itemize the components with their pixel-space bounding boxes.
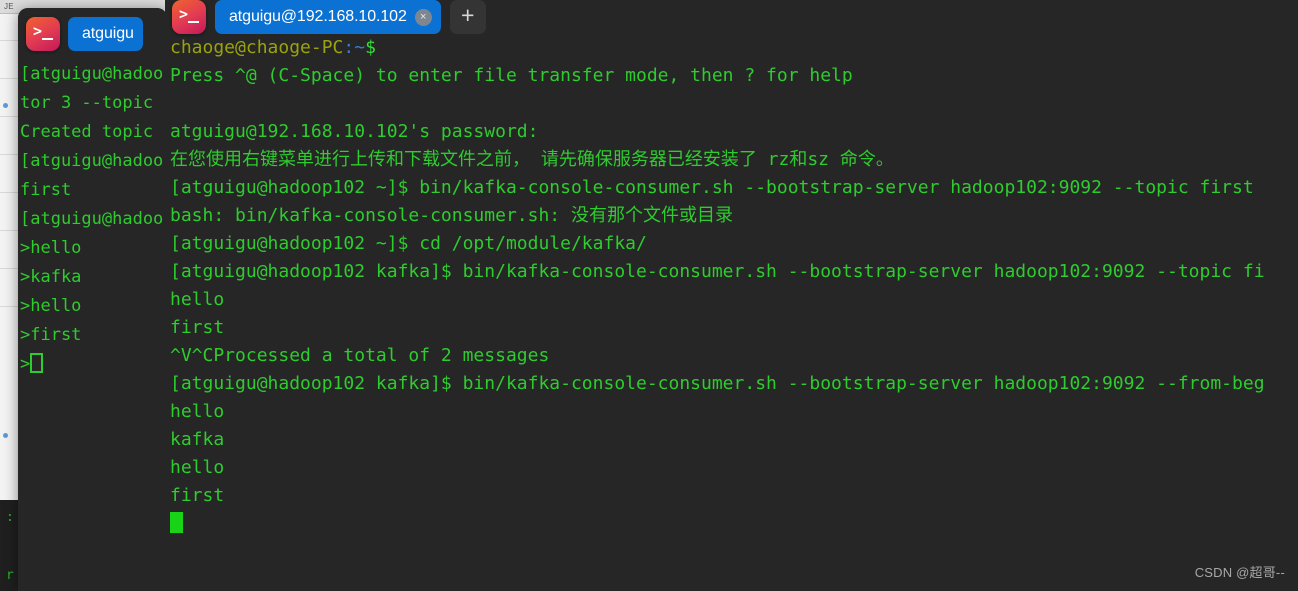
terminal-line: [atguigu@hadoop102 kafka]$ bin/kafka-con…: [170, 261, 1265, 282]
terminal-line: [atguigu@hadoo: [20, 209, 164, 229]
prompt-path: :~: [343, 37, 366, 58]
close-icon[interactable]: ×: [414, 8, 432, 26]
terminal-line: first: [170, 317, 225, 338]
terminal-line: >hello: [20, 238, 82, 258]
terminal-line: [atguigu@hadoop102 ~]$ cd /opt/module/ka…: [170, 233, 647, 254]
terminal-line: [atguigu@hadoo: [20, 151, 164, 171]
right-terminal-tab-title: atguigu@192.168.10.102: [229, 8, 407, 25]
terminal-line: first: [20, 180, 72, 200]
csdn-watermark: CSDN @超哥--: [1194, 565, 1285, 580]
screenshot-stage: JE : r atguigu [atguigu@hadoo tor 3 --to…: [0, 0, 1298, 591]
terminal-prompt-sigil: >: [20, 354, 31, 374]
prompt-user-host: chaoge@chaoge-PC: [170, 37, 344, 58]
terminal-line: Created topic: [20, 122, 164, 142]
new-tab-button[interactable]: +: [449, 0, 486, 34]
terminal-line: [atguigu@hadoop102 kafka]$ bin/kafka-con…: [170, 373, 1265, 394]
terminal-cursor-line: [165, 510, 1298, 538]
terminal-line: bash: bin/kafka-console-consumer.sh: 没有那…: [170, 205, 733, 226]
left-terminal-window[interactable]: atguigu [atguigu@hadoo tor 3 --topic Cre…: [18, 8, 167, 591]
terminal-line: [atguigu@hadoop102 ~]$ bin/kafka-console…: [170, 177, 1254, 198]
background-terminal-line: r: [6, 568, 14, 583]
terminal-line: ^V^CProcessed a total of 2 messages: [170, 345, 550, 366]
terminal-line: >first: [20, 325, 82, 345]
prompt-sigil: $: [365, 37, 376, 58]
right-terminal-screen: chaoge@chaoge-PC:~$ Press ^@ (C-Space) t…: [165, 34, 1298, 538]
terminal-line: Press ^@ (C-Space) to enter file transfe…: [170, 65, 853, 86]
terminal-app-icon: [26, 17, 60, 51]
background-window-marker: [3, 103, 8, 108]
background-window-marker: [3, 433, 8, 438]
background-terminal-line: :: [6, 510, 14, 525]
left-terminal-screen: [atguigu@hadoo tor 3 --topic Created top…: [18, 60, 167, 379]
terminal-line: kafka: [170, 429, 225, 450]
left-terminal-tabbar: atguigu: [18, 8, 167, 60]
background-window-label: JE: [4, 2, 14, 11]
terminal-line: >kafka: [20, 267, 82, 287]
text-cursor: [170, 512, 183, 533]
terminal-line: hello: [170, 401, 225, 422]
terminal-line: hello: [170, 289, 225, 310]
right-terminal-window[interactable]: atguigu@192.168.10.102 × + chaoge@chaoge…: [165, 0, 1298, 591]
left-terminal-tab-title: atguigu: [82, 25, 134, 42]
right-terminal-tab[interactable]: atguigu@192.168.10.102 ×: [215, 0, 441, 34]
terminal-prompt-line: chaoge@chaoge-PC:~$: [165, 34, 1298, 62]
terminal-line: 在您使用右键菜单进行上传和下载文件之前， 请先确保服务器已经安装了 rz和sz …: [170, 149, 894, 170]
right-terminal-tabbar: atguigu@192.168.10.102 × +: [165, 0, 1298, 34]
terminal-line: hello: [170, 457, 225, 478]
text-cursor: [30, 353, 44, 373]
terminal-prompt-line: >: [18, 350, 167, 379]
terminal-line: first: [170, 485, 225, 506]
terminal-app-icon: [172, 0, 206, 34]
left-terminal-tab[interactable]: atguigu: [68, 17, 143, 51]
terminal-line: atguigu@192.168.10.102's password:: [170, 121, 539, 142]
terminal-line: [atguigu@hadoo: [20, 64, 164, 84]
terminal-line: >hello: [20, 296, 82, 316]
terminal-line: tor 3 --topic: [20, 93, 164, 113]
